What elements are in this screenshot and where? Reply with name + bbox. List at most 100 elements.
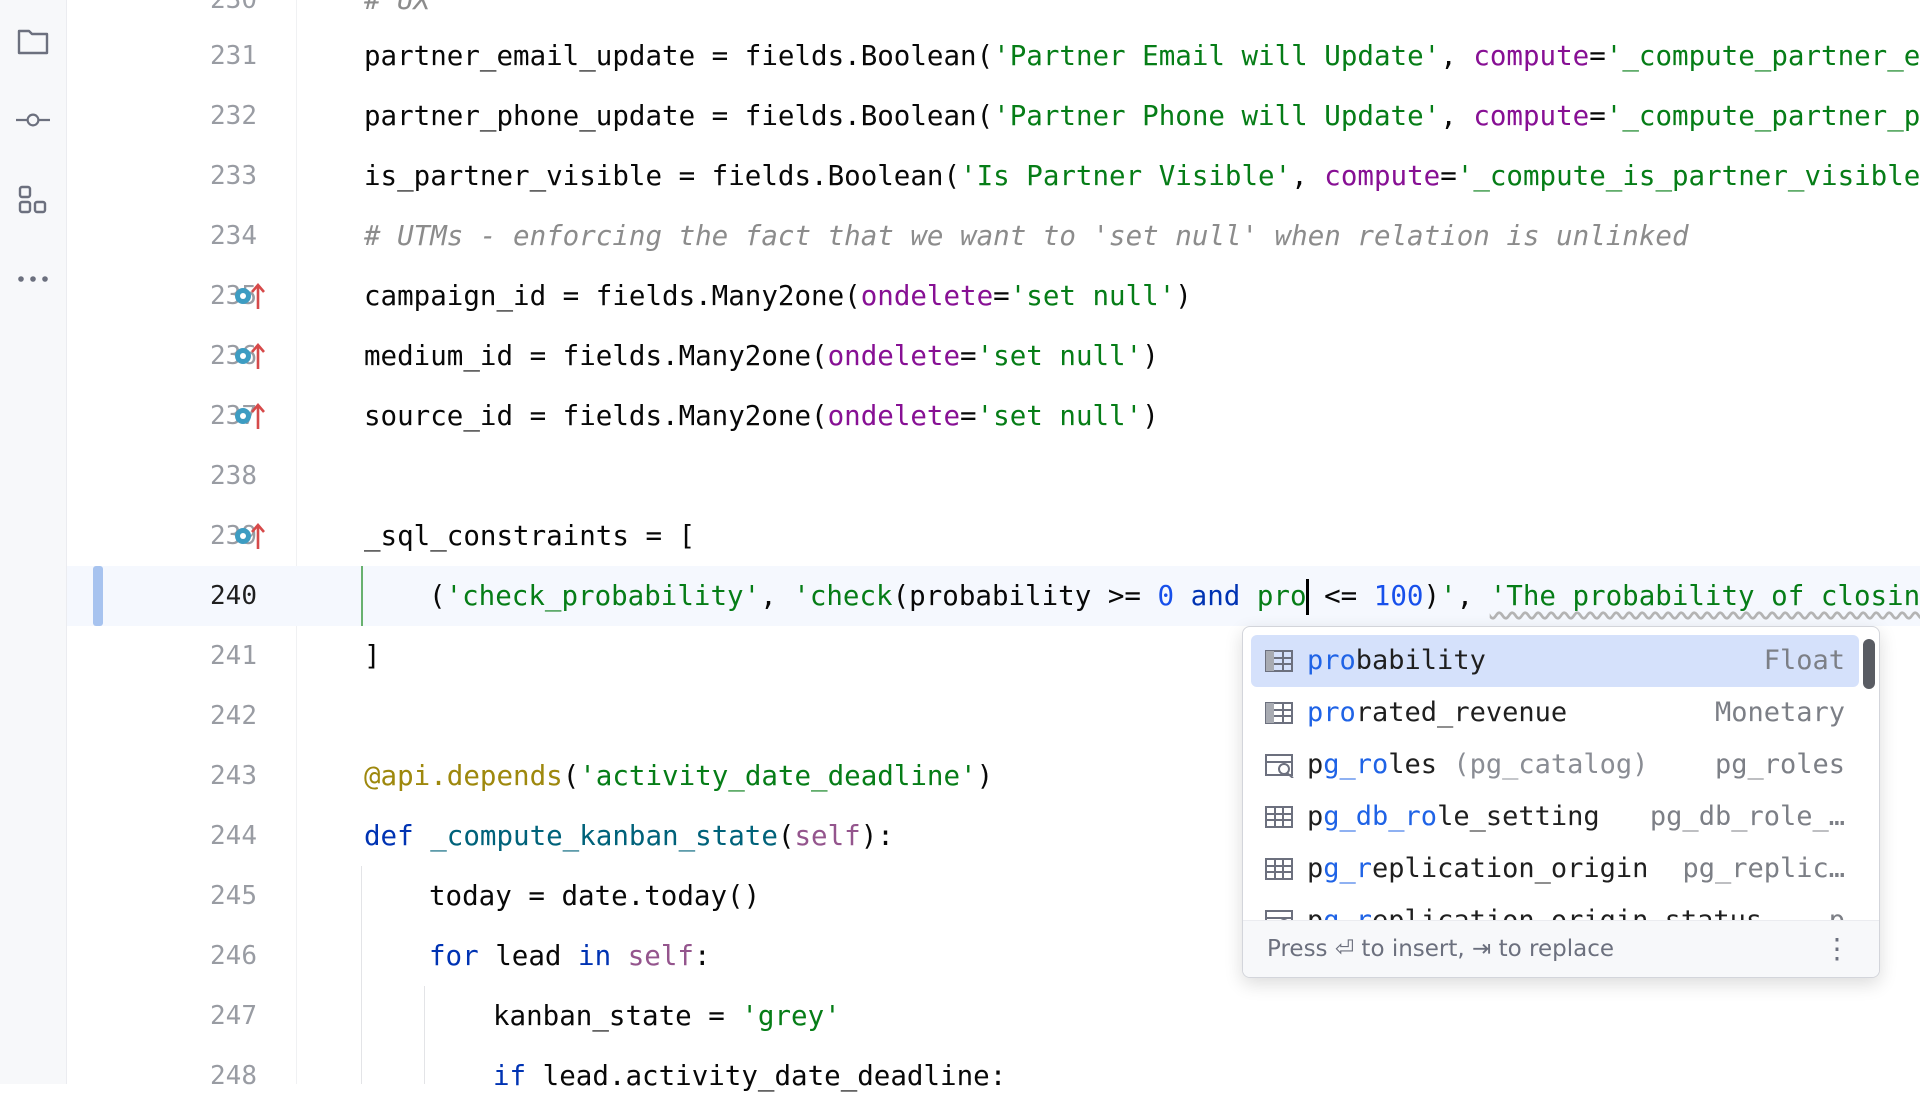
completion-type: pg_replic… <box>1682 853 1845 884</box>
code-text: if lead.activity_date_deadline: <box>493 1046 1006 1106</box>
overrides-marker-icon[interactable] <box>233 402 273 430</box>
code-token: , <box>1440 100 1474 132</box>
more-options-icon[interactable]: ⋮ <box>1823 921 1851 977</box>
line-number: 231 <box>210 41 257 71</box>
completion-name: pg_db_role_setting <box>1307 801 1600 832</box>
self-token: self <box>794 820 861 852</box>
overrides-marker-icon[interactable] <box>233 522 273 550</box>
code-token: : <box>693 940 711 972</box>
code-token: lead.activity_date_deadline: <box>526 1060 1007 1092</box>
code-line[interactable]: 237 source_id = fields.Many2one(ondelete… <box>67 386 1920 446</box>
code-line[interactable]: 247 kanban_state = 'grey' <box>67 986 1920 1046</box>
code-token: <= <box>1307 580 1374 612</box>
comment-token: # UX <box>364 0 431 16</box>
line-number: 242 <box>210 701 257 731</box>
completion-item-pg-db-role-setting[interactable]: pg_db_role_setting pg_db_role_… <box>1251 791 1859 843</box>
line-number: 233 <box>210 161 257 191</box>
code-token: = <box>1589 40 1606 72</box>
line-number: 245 <box>210 881 257 911</box>
code-token: source_id = fields.Many2one( <box>364 400 828 432</box>
param-token: ondelete <box>827 400 961 432</box>
overrides-marker-icon[interactable] <box>233 342 273 370</box>
completion-name: pg_replication_origin <box>1307 853 1649 884</box>
completion-item-prorated-revenue[interactable]: prorated_revenue Monetary <box>1251 687 1859 739</box>
completion-item-pg-replication-origin[interactable]: pg_replication_origin pg_replic… <box>1251 843 1859 895</box>
code-token: is_partner_visible = fields.Boolean( <box>364 160 961 192</box>
string-token: 'The probability of closing th <box>1489 580 1920 612</box>
string-token: 'check <box>793 580 893 612</box>
line-number: 234 <box>210 221 257 251</box>
line-number: 241 <box>210 641 257 671</box>
code-line[interactable]: 236 medium_id = fields.Many2one(ondelete… <box>67 326 1920 386</box>
code-token: lead <box>478 940 579 972</box>
string-token: 'set null' <box>976 400 1143 432</box>
structure-icon[interactable] <box>16 183 50 217</box>
current-code-line[interactable]: 240 ('check_probability', 'check(probabi… <box>67 566 1920 626</box>
field-icon <box>1265 650 1293 672</box>
code-token: , <box>1440 40 1474 72</box>
string-token: 'Partner Phone will Update' <box>993 100 1441 132</box>
keyword-token: for <box>429 940 479 972</box>
completion-item-pg-roles[interactable]: pg_roles (pg_catalog) pg_roles <box>1251 739 1859 791</box>
code-token: = <box>993 280 1010 312</box>
code-line[interactable]: 238 <box>67 446 1920 506</box>
code-token: = <box>960 400 977 432</box>
line-number: 246 <box>210 941 257 971</box>
param-token: compute <box>1324 160 1441 192</box>
code-completion-popup[interactable]: probability Float prorated_revenue Monet… <box>1242 626 1880 978</box>
code-line[interactable]: 233 is_partner_visible = fields.Boolean(… <box>67 146 1920 206</box>
keyword-token: if <box>493 1060 527 1092</box>
folder-icon[interactable] <box>16 24 50 58</box>
line-number: 232 <box>210 101 257 131</box>
comment-token: # UTMs - enforcing the fact that we want… <box>364 220 1689 252</box>
code-text: medium_id = fields.Many2one(ondelete='se… <box>364 326 1159 386</box>
line-number: 248 <box>210 1061 257 1091</box>
code-token: kanban_state = <box>493 1000 742 1032</box>
overrides-marker-icon[interactable] <box>233 282 273 310</box>
completion-item-probability[interactable]: probability Float <box>1251 635 1859 687</box>
commit-icon[interactable] <box>16 103 50 137</box>
string-token: pro <box>1256 580 1307 612</box>
code-line[interactable]: 248 if lead.activity_date_deadline: <box>67 1046 1920 1106</box>
string-token: 'Is Partner Visible' <box>960 160 1292 192</box>
function-name-token: _compute_kanban_state <box>430 820 778 852</box>
code-line[interactable]: 234 # UTMs - enforcing the fact that we … <box>67 206 1920 266</box>
code-text: ('check_probability', 'check(probability… <box>429 566 1920 626</box>
table-icon <box>1265 806 1293 828</box>
code-line[interactable]: 239 _sql_constraints = [ <box>67 506 1920 566</box>
keyword-token: def <box>364 820 431 852</box>
code-token: , <box>760 580 794 612</box>
code-line[interactable]: 235 campaign_id = fields.Many2one(ondele… <box>67 266 1920 326</box>
line-number: 240 <box>210 581 257 611</box>
code-token: medium_id = fields.Many2one( <box>364 340 828 372</box>
code-token: ( <box>429 580 446 612</box>
string-token: 'activity_date_deadline' <box>579 760 977 792</box>
code-token: ) <box>1142 340 1159 372</box>
more-icon[interactable] <box>16 262 50 296</box>
string-token: ' <box>1440 580 1457 612</box>
code-token: _sql_constraints = [ <box>364 520 696 552</box>
code-text: _sql_constraints = [ <box>364 506 695 566</box>
string-token: 'set null' <box>1009 280 1176 312</box>
string-token: '_compute_partner_phone <box>1605 100 1920 132</box>
code-line[interactable]: 231 partner_email_update = fields.Boolea… <box>67 26 1920 86</box>
code-token: ) <box>1423 580 1441 612</box>
string-token: 'Partner Email will Update' <box>993 40 1441 72</box>
code-text: campaign_id = fields.Many2one(ondelete='… <box>364 266 1192 326</box>
tool-window-sidebar <box>0 0 67 1084</box>
code-text: is_partner_visible = fields.Boolean('Is … <box>364 146 1920 206</box>
completion-type: pg_roles <box>1714 749 1845 780</box>
completion-type: Float <box>1763 645 1845 676</box>
code-token: partner_email_update = fields.Boolean( <box>364 40 994 72</box>
code-token: ) <box>1142 400 1159 432</box>
code-token: ] <box>364 640 381 672</box>
code-text: # UTMs - enforcing the fact that we want… <box>364 206 1689 266</box>
self-token: self <box>627 940 694 972</box>
code-line[interactable]: 232 partner_phone_update = fields.Boolea… <box>67 86 1920 146</box>
popup-scrollbar[interactable] <box>1863 639 1875 689</box>
param-token: ondelete <box>860 280 994 312</box>
line-number: 247 <box>210 1001 257 1031</box>
code-editor[interactable]: 230 # UX 231 partner_email_update = fiel… <box>67 0 1920 1092</box>
code-token: , <box>1291 160 1325 192</box>
